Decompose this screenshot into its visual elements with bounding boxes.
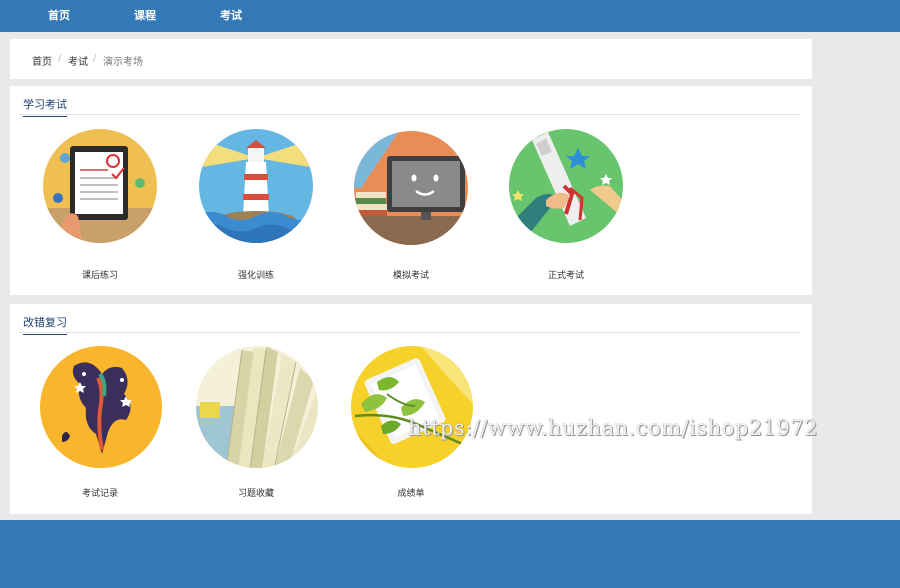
tile-formal-exam[interactable]: 正式考试 <box>506 128 626 288</box>
nav-home[interactable]: 首页 <box>48 0 70 32</box>
watermark-text: https://www.huzhan.com/ishop21972 <box>408 416 819 440</box>
tile-after-class-practice[interactable]: 课后练习 <box>40 128 160 288</box>
divider <box>19 114 800 115</box>
breadcrumb-exam[interactable]: 考试 <box>68 53 88 68</box>
breadcrumb: 首页 / 考试 / 演示考场 <box>10 39 812 79</box>
breadcrumb-separator: / <box>93 53 97 64</box>
breadcrumb-separator: / <box>58 53 62 64</box>
tile-exam-records[interactable]: 考试记录 <box>40 346 162 506</box>
tile-label: 强化训练 <box>237 271 274 281</box>
top-nav-bar: 首页 课程 考试 <box>0 0 900 32</box>
divider <box>19 332 800 333</box>
tile-label: 成绩单 <box>397 489 425 499</box>
tile-mock-exam[interactable]: 模拟考试 <box>351 128 471 288</box>
breadcrumb-current: 演示考场 <box>103 57 143 68</box>
study-exam-section: 学习考试 课后练习 强化训练 模拟考试 正式考试 <box>10 86 812 295</box>
breadcrumb-home[interactable]: 首页 <box>32 53 52 68</box>
monitor-smiley-icon <box>351 128 471 248</box>
quill-ink-icon <box>40 346 162 468</box>
nav-exam[interactable]: 考试 <box>220 0 242 32</box>
report-card-icon <box>351 346 473 468</box>
nav-courses[interactable]: 课程 <box>134 0 156 32</box>
tile-label: 习题收藏 <box>237 489 274 499</box>
tile-label: 考试记录 <box>81 489 118 499</box>
review-section: 改错复习 考试记录 习题收藏 成绩单 <box>10 304 812 514</box>
tile-question-favorites[interactable]: 习题收藏 <box>196 346 318 506</box>
tile-label: 模拟考试 <box>392 271 429 281</box>
tile-label: 课后练习 <box>81 271 118 281</box>
lighthouse-icon <box>196 128 316 248</box>
open-book-icon <box>196 346 318 468</box>
tablet-homework-icon <box>40 128 160 248</box>
tile-intensive-training[interactable]: 强化训练 <box>196 128 316 288</box>
tile-label: 正式考试 <box>547 271 584 281</box>
footer-bar <box>0 520 900 588</box>
diploma-handshake-icon <box>506 128 626 248</box>
